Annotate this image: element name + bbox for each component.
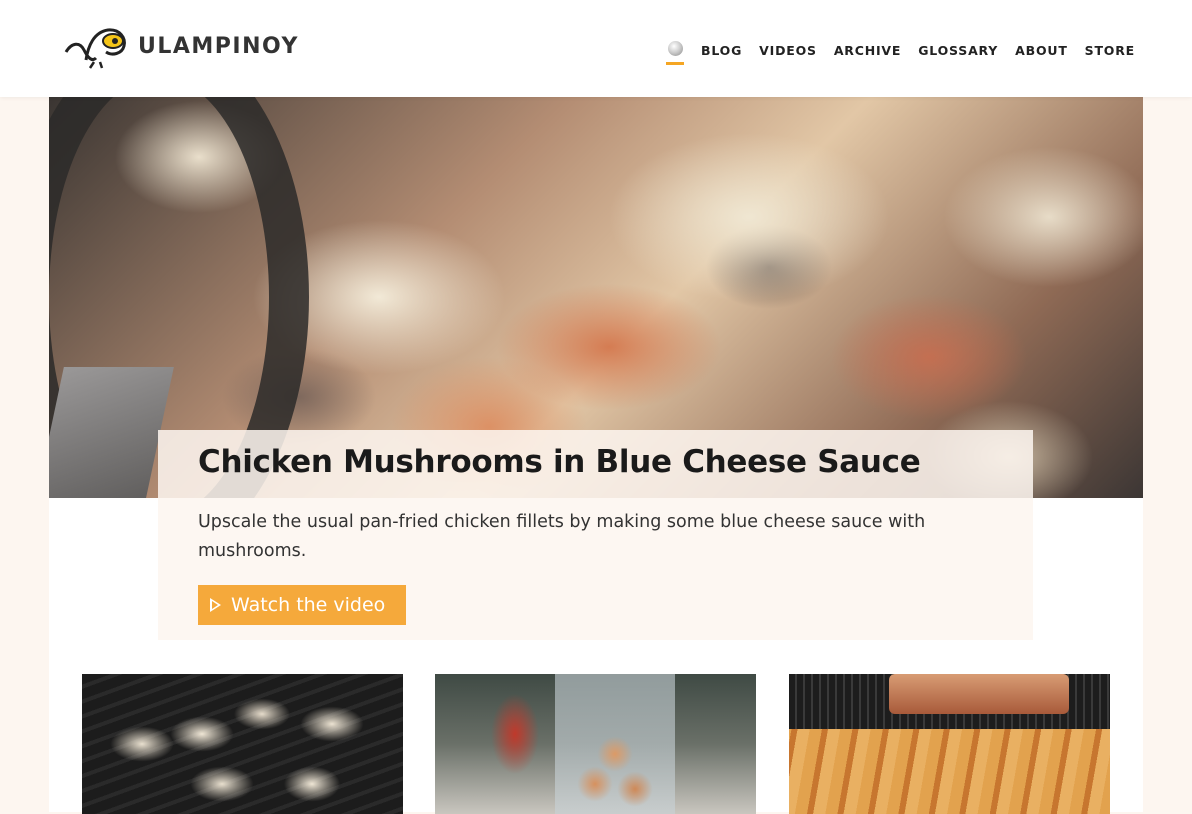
- nav-item-videos[interactable]: VIDEOS: [759, 39, 817, 63]
- main-nav: BLOG VIDEOS ARCHIVE GLOSSARY ABOUT STORE: [666, 38, 1135, 65]
- thumbnail-grilled-mushrooms[interactable]: [82, 674, 403, 814]
- active-nav-indicator: [666, 62, 685, 65]
- nav-item-about[interactable]: ABOUT: [1015, 39, 1068, 63]
- thumbnail-salted-eggs-jar[interactable]: [435, 674, 756, 814]
- nav-item-store[interactable]: STORE: [1085, 39, 1135, 63]
- site-logo[interactable]: ULAMPINOY: [64, 22, 299, 70]
- watch-video-button[interactable]: Watch the video: [198, 585, 406, 625]
- site-header: ULAMPINOY BLOG VIDEOS ARCHIVE GLOSSARY A…: [0, 0, 1192, 97]
- watch-video-label: Watch the video: [231, 594, 386, 616]
- chameleon-logo-icon: [64, 28, 126, 69]
- thumbnail-lechon: [889, 674, 1069, 714]
- hero-description: Upscale the usual pan-fried chicken fill…: [198, 512, 926, 561]
- nav-item-glossary[interactable]: GLOSSARY: [918, 39, 998, 63]
- logo-wordmark: ULAMPINOY: [138, 33, 299, 59]
- home-orb-icon: [667, 41, 683, 56]
- nav-item-blog[interactable]: BLOG: [701, 39, 742, 63]
- thumbnail-lumpia[interactable]: [789, 674, 1110, 814]
- nav-home[interactable]: [666, 38, 685, 65]
- nav-item-archive[interactable]: ARCHIVE: [834, 39, 901, 63]
- play-icon: [210, 598, 221, 612]
- hero-card: Chicken Mushrooms in Blue Cheese Sauce U…: [158, 430, 1033, 640]
- page-content: Chicken Mushrooms in Blue Cheese Sauce U…: [49, 97, 1143, 814]
- hero-title[interactable]: Chicken Mushrooms in Blue Cheese Sauce: [198, 444, 921, 480]
